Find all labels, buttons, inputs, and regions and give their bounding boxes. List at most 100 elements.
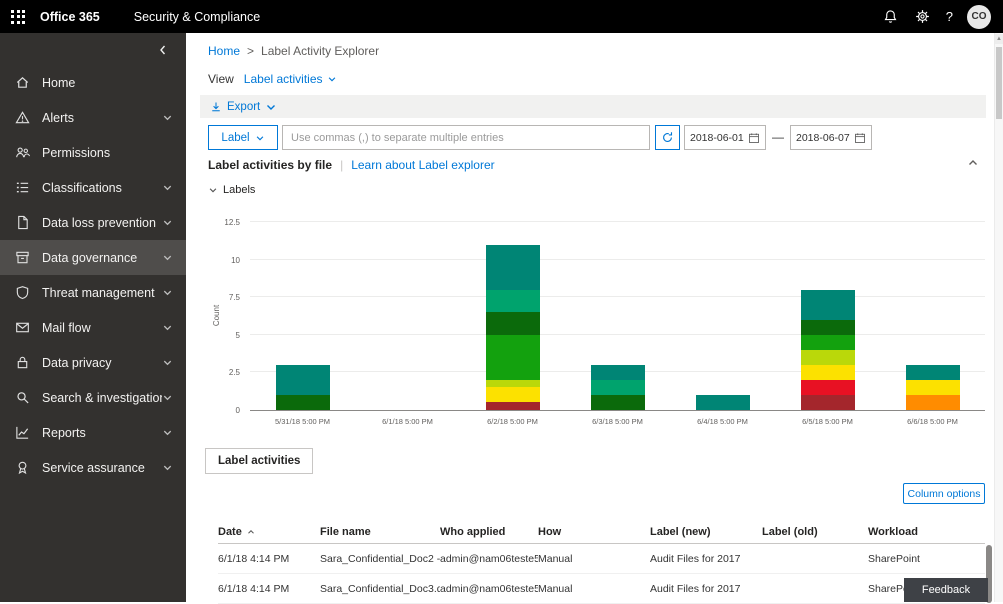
search-investigation-icon	[15, 390, 31, 406]
stacked-bar[interactable]	[276, 365, 330, 410]
stacked-bar[interactable]	[591, 365, 645, 410]
x-axis-tick-label: 6/4/18 5:00 PM	[670, 417, 775, 426]
tab-label-activities[interactable]: Label activities	[205, 448, 313, 474]
breadcrumb-current: Label Activity Explorer	[261, 44, 379, 58]
bar-segment-yellowgreen[interactable]	[486, 380, 540, 388]
bar-segment-seagreen[interactable]	[486, 290, 540, 313]
chevron-down-icon	[162, 112, 174, 124]
scroll-up-arrow-icon[interactable]: ▲	[995, 34, 1003, 44]
sidebar-item-label: Data privacy	[42, 356, 162, 370]
threat-management-icon	[15, 285, 31, 301]
table-row[interactable]: 6/1/18 4:14 PMSara_Confidential_Doc2 - .…	[218, 544, 985, 574]
table-body: 6/1/18 4:14 PMSara_Confidential_Doc2 - .…	[218, 544, 985, 604]
column-header-file-name[interactable]: File name	[320, 526, 440, 538]
help-button[interactable]: ?	[946, 9, 953, 24]
bar-slot	[775, 223, 880, 410]
feedback-button[interactable]: Feedback	[904, 578, 988, 602]
sidebar-item-alerts[interactable]: Alerts	[0, 100, 186, 135]
bar-segment-green[interactable]	[486, 335, 540, 380]
column-header-date[interactable]: Date	[218, 526, 320, 538]
bar-segment-teal[interactable]	[591, 365, 645, 380]
bar-segment-darkred[interactable]	[486, 402, 540, 410]
stacked-bar[interactable]	[696, 395, 750, 410]
column-header-label-old[interactable]: Label (old)	[762, 526, 868, 538]
x-axis-tick-label: 6/3/18 5:00 PM	[565, 417, 670, 426]
table-cell: Manual	[538, 583, 650, 595]
sidebar-item-permissions[interactable]: Permissions	[0, 135, 186, 170]
settings-button[interactable]	[914, 8, 932, 26]
mail-flow-icon	[15, 320, 31, 336]
bar-segment-teal[interactable]	[696, 395, 750, 410]
stacked-bar[interactable]	[906, 365, 960, 410]
page-scrollbar[interactable]: ▲	[994, 33, 1003, 602]
stacked-bar[interactable]	[801, 290, 855, 410]
end-date-field[interactable]: 2018-06-07	[790, 125, 872, 150]
bar-segment-seagreen[interactable]	[591, 380, 645, 395]
bar-segment-teal[interactable]	[486, 245, 540, 290]
bar-segment-teal[interactable]	[906, 365, 960, 380]
sidebar-item-label: Alerts	[42, 111, 162, 125]
column-header-who-applied[interactable]: Who applied	[440, 526, 538, 538]
column-header-how[interactable]: How	[538, 526, 650, 538]
filter-entries-input[interactable]	[282, 125, 650, 150]
sidebar-item-service-assurance[interactable]: Service assurance	[0, 450, 186, 485]
avatar[interactable]: CO	[967, 5, 991, 29]
sidebar-item-label: Reports	[42, 426, 162, 440]
chevron-up-icon	[967, 157, 979, 169]
sidebar-item-classifications[interactable]: Classifications	[0, 170, 186, 205]
office-365-brand[interactable]: Office 365	[40, 10, 100, 24]
stacked-bar[interactable]	[486, 245, 540, 410]
bar-segment-yellowgreen[interactable]	[801, 350, 855, 365]
sidebar-item-threat-management[interactable]: Threat management	[0, 275, 186, 310]
bar-segment-red[interactable]	[801, 380, 855, 395]
bar-segment-darkgreen[interactable]	[801, 320, 855, 335]
bar-segment-green[interactable]	[801, 335, 855, 350]
bar-segment-yellow[interactable]	[906, 380, 960, 395]
column-header-label: Workload	[868, 526, 918, 538]
breadcrumb-home-link[interactable]: Home	[208, 44, 240, 58]
sidebar-item-search-investigation[interactable]: Search & investigation	[0, 380, 186, 415]
table-row[interactable]: 6/1/18 4:14 PMSara_Confidential_Doc3.d..…	[218, 574, 985, 604]
y-axis-tick-label: 7.5	[229, 293, 240, 302]
bar-segment-yellow[interactable]	[486, 387, 540, 402]
table-header-row: DateFile nameWho appliedHowLabel (new)La…	[218, 520, 985, 544]
refresh-button[interactable]	[655, 125, 680, 150]
page-scrollbar-thumb[interactable]	[996, 47, 1002, 119]
classifications-icon	[15, 180, 31, 196]
sidebar-collapse-button[interactable]	[154, 43, 172, 59]
column-header-workload[interactable]: Workload	[868, 526, 985, 538]
sidebar-item-mail-flow[interactable]: Mail flow	[0, 310, 186, 345]
export-button[interactable]: Export	[210, 101, 277, 113]
labels-section-toggle[interactable]: Labels	[208, 184, 255, 196]
bar-segment-teal[interactable]	[276, 365, 330, 395]
x-axis: 5/31/18 5:00 PM6/1/18 5:00 PM6/2/18 5:00…	[250, 417, 985, 426]
permissions-icon	[15, 145, 31, 161]
bar-segment-darkgreen[interactable]	[591, 395, 645, 410]
sidebar-item-label: Home	[42, 76, 174, 90]
table-cell: Manual	[538, 553, 650, 565]
y-axis-tick-label: 12.5	[224, 218, 240, 227]
top-bar: Office 365 Security & Compliance ? CO	[0, 0, 1003, 33]
section-collapse-button[interactable]	[965, 156, 981, 172]
column-header-label-new[interactable]: Label (new)	[650, 526, 762, 538]
home-icon	[15, 75, 31, 91]
sidebar-item-data-loss-prevention[interactable]: Data loss prevention	[0, 205, 186, 240]
bar-segment-darkgreen[interactable]	[276, 395, 330, 410]
app-launcher-button[interactable]	[0, 0, 36, 33]
sidebar-item-data-privacy[interactable]: Data privacy	[0, 345, 186, 380]
bar-segment-darkred[interactable]	[801, 395, 855, 410]
sidebar-item-data-governance[interactable]: Data governance	[0, 240, 186, 275]
sidebar-item-home[interactable]: Home	[0, 65, 186, 100]
column-options-button[interactable]: Column options	[903, 483, 985, 504]
bar-segment-darkgreen[interactable]	[486, 312, 540, 335]
sidebar-item-reports[interactable]: Reports	[0, 415, 186, 450]
bar-segment-yellow[interactable]	[801, 365, 855, 380]
learn-about-link[interactable]: Learn about Label explorer	[351, 158, 494, 172]
label-filter-dropdown[interactable]: Label	[208, 125, 278, 150]
bar-segment-orange[interactable]	[906, 395, 960, 410]
bar-segment-teal[interactable]	[801, 290, 855, 320]
start-date-field[interactable]: 2018-06-01	[684, 125, 766, 150]
notifications-button[interactable]	[882, 8, 900, 26]
chevron-down-icon	[208, 185, 218, 195]
view-dropdown[interactable]: Label activities	[244, 72, 337, 86]
